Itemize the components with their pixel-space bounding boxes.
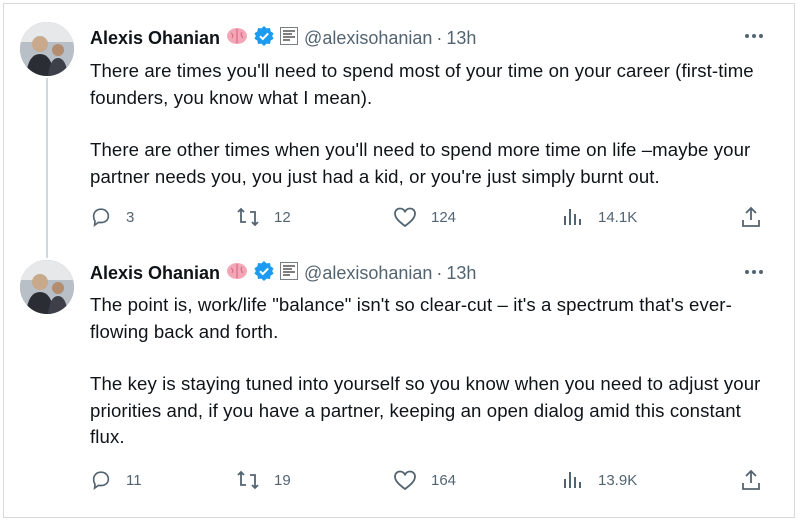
brain-emoji-icon	[226, 27, 248, 50]
brain-emoji-icon	[226, 262, 248, 285]
share-icon	[742, 469, 760, 490]
affiliate-badge-icon	[280, 26, 299, 50]
like-icon	[394, 470, 416, 491]
author-handle[interactable]: @alexisohanian	[304, 28, 432, 49]
tweet-header: Alexis Ohanian @alexisohanian · 13h	[90, 25, 476, 51]
avatar[interactable]	[20, 22, 74, 76]
tweet-header: Alexis Ohanian @alexisohanian · 13h	[90, 260, 476, 286]
like-button[interactable]: 124	[393, 205, 456, 229]
views-icon	[564, 472, 581, 488]
reply-icon	[92, 208, 110, 228]
retweet-button[interactable]: 19	[236, 468, 291, 492]
tweet-text: There are times you'll need to spend mos…	[90, 58, 780, 190]
retweet-count: 19	[274, 471, 291, 489]
author-name[interactable]: Alexis Ohanian	[90, 263, 220, 284]
like-count: 164	[431, 471, 457, 489]
tweet-text: The point is, work/life "balance" isn't …	[90, 292, 780, 451]
dot-separator: ·	[436, 27, 443, 48]
views-button[interactable]: 14.1K	[562, 205, 637, 229]
verified-badge-icon	[254, 25, 274, 51]
more-icon[interactable]	[742, 26, 766, 46]
views-icon	[564, 209, 581, 225]
tweet-paragraph: There are other times when you'll need t…	[90, 139, 751, 187]
reply-icon	[92, 471, 110, 491]
verified-badge-icon	[254, 260, 274, 286]
retweet-button[interactable]: 12	[236, 205, 291, 229]
tweet-paragraph: There are times you'll need to spend mos…	[90, 60, 754, 108]
affiliate-badge-icon	[280, 261, 299, 285]
share-button[interactable]	[740, 205, 762, 229]
tweet-actions: 11 19 164 13.9K	[90, 468, 770, 492]
tweet-paragraph: The point is, work/life "balance" isn't …	[90, 294, 732, 342]
share-icon	[742, 206, 760, 227]
views-button[interactable]: 13.9K	[562, 468, 637, 492]
thread-connector-line	[46, 78, 48, 258]
tweet-actions: 3 12 124 14.1K	[90, 205, 770, 229]
tweet-paragraph: The key is staying tuned into yourself s…	[90, 373, 761, 447]
author-name[interactable]: Alexis Ohanian	[90, 28, 220, 49]
like-count: 124	[431, 208, 457, 226]
like-icon	[394, 207, 416, 228]
dot-separator: ·	[436, 262, 443, 283]
more-icon[interactable]	[742, 262, 766, 282]
avatar[interactable]	[20, 260, 74, 314]
author-handle[interactable]: @alexisohanian	[304, 263, 432, 284]
tweet-time[interactable]: 13h	[446, 28, 476, 49]
reply-count: 3	[126, 208, 135, 226]
share-button[interactable]	[740, 468, 762, 492]
retweet-icon	[237, 207, 259, 227]
like-button[interactable]: 164	[393, 468, 456, 492]
view-count: 14.1K	[598, 208, 638, 226]
reply-button[interactable]: 3	[90, 205, 134, 229]
tweet-time[interactable]: 13h	[446, 263, 476, 284]
reply-count: 11	[126, 471, 142, 489]
reply-button[interactable]: 11	[90, 468, 142, 492]
retweet-icon	[237, 470, 259, 490]
retweet-count: 12	[274, 208, 291, 226]
view-count: 13.9K	[598, 471, 638, 489]
